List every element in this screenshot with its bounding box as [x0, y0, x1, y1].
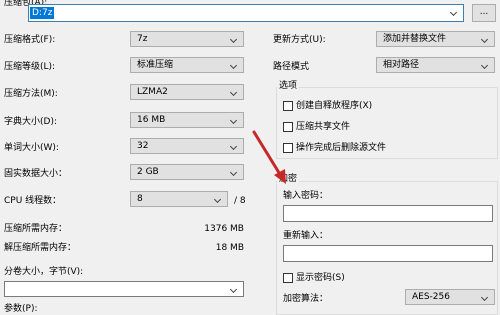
password-input[interactable] — [283, 205, 493, 222]
word-label: 单词大小(W): — [4, 143, 59, 153]
password-label: 输入密码： — [283, 191, 329, 201]
mem-compress-label: 压缩所需内存： — [4, 224, 68, 234]
format-value: 7z — [137, 34, 148, 44]
update-select[interactable]: 添加并替换文件 — [376, 31, 495, 47]
chevron-down-icon[interactable] — [230, 282, 239, 296]
update-value: 添加并替换文件 — [383, 34, 447, 44]
split-label: 分卷大小，字节(V): — [4, 267, 84, 277]
annotation-arrow-icon — [252, 130, 286, 184]
solid-select[interactable]: 2 GB — [130, 164, 244, 180]
format-label: 压缩格式(F): — [4, 35, 56, 45]
word-value: 32 — [137, 141, 149, 151]
browse-button[interactable]: ... — [472, 4, 496, 22]
path-label: 路径模式 — [273, 62, 310, 72]
mem-decompress-value: 18 MB — [215, 243, 244, 253]
split-input[interactable] — [4, 281, 244, 297]
path-value: 相对路径 — [383, 60, 420, 70]
sfx-checkbox[interactable] — [283, 101, 293, 111]
encrypt-method-value: AES-256 — [412, 292, 450, 302]
chevron-down-icon — [230, 58, 239, 72]
chevron-down-icon — [230, 139, 239, 153]
solid-value: 2 GB — [137, 167, 159, 177]
chevron-down-icon — [481, 290, 490, 304]
delete-label: 操作完成后删除源文件 — [296, 143, 387, 153]
format-select[interactable]: 7z — [130, 31, 244, 47]
threads-max: / 8 — [234, 196, 246, 206]
path-select[interactable]: 相对路径 — [376, 57, 495, 73]
method-value: LZMA2 — [137, 87, 168, 97]
level-select[interactable]: 标准压缩 — [130, 57, 244, 73]
archive-path-input[interactable]: D:7z — [28, 4, 464, 22]
level-label: 压缩等级(L): — [4, 62, 56, 72]
mem-decompress-label: 解压缩所需内存： — [4, 243, 77, 253]
chevron-down-icon — [230, 165, 239, 179]
threads-label: CPU 线程数： — [4, 196, 62, 206]
show-password-label: 显示密码(S) — [296, 273, 345, 283]
chevron-down-icon — [230, 113, 239, 127]
word-select[interactable]: 32 — [130, 138, 244, 154]
chevron-down-icon — [481, 32, 490, 46]
dict-select[interactable]: 16 MB — [130, 112, 244, 128]
method-select[interactable]: LZMA2 — [130, 84, 244, 100]
sfx-label: 创建自释放程序(X) — [296, 101, 373, 111]
shared-label: 压缩共享文件 — [296, 122, 351, 132]
chevron-down-icon — [230, 85, 239, 99]
options-title: 选项 — [277, 80, 300, 92]
chevron-down-icon[interactable] — [449, 6, 459, 20]
method-label: 压缩方法(M): — [4, 89, 58, 99]
chevron-down-icon — [481, 58, 490, 72]
encrypt-method-label: 加密算法： — [283, 294, 329, 304]
encrypt-method-select[interactable]: AES-256 — [405, 289, 495, 305]
level-value: 标准压缩 — [137, 60, 174, 70]
mem-compress-value: 1376 MB — [204, 224, 244, 234]
reenter-label: 重新输入： — [283, 231, 329, 241]
update-label: 更新方式(U): — [273, 35, 326, 45]
threads-select[interactable]: 8 — [130, 191, 228, 207]
solid-label: 固实数据大小： — [4, 169, 68, 179]
params-label: 参数(P): — [4, 304, 38, 314]
dict-value: 16 MB — [137, 115, 166, 125]
archive-path-text: D:7z — [30, 7, 55, 19]
reenter-input[interactable] — [283, 245, 493, 262]
chevron-down-icon — [230, 32, 239, 46]
threads-value: 8 — [137, 194, 143, 204]
chevron-down-icon — [214, 192, 223, 206]
dict-label: 字典大小(D): — [4, 117, 57, 127]
show-password-checkbox[interactable] — [283, 273, 293, 283]
